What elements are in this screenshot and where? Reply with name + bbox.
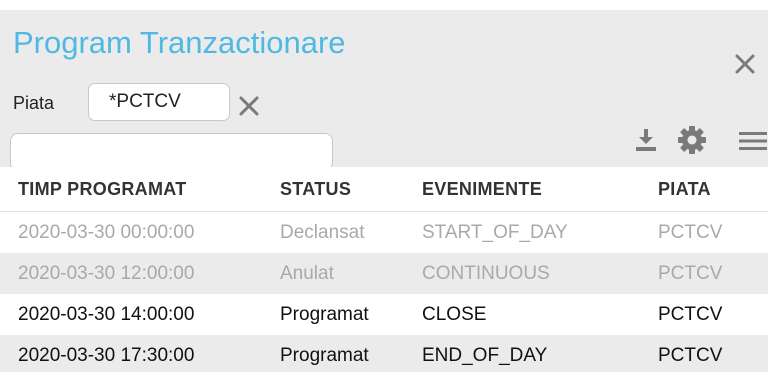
table-row[interactable]: 2020-03-30 17:30:00 Programat END_OF_DAY… — [0, 335, 768, 372]
cell-market: PCTCV — [640, 294, 768, 335]
cell-market: PCTCV — [640, 335, 768, 372]
schedule-table: TIMP PROGRAMAT STATUS EVENIMENTE PIATA 2… — [0, 167, 768, 372]
cell-event: CONTINUOUS — [404, 253, 640, 294]
search-input[interactable] — [10, 133, 333, 171]
cell-market: PCTCV — [640, 253, 768, 294]
menu-icon[interactable] — [738, 129, 768, 153]
cell-scheduled-time: 2020-03-30 12:00:00 — [0, 253, 270, 294]
column-header-events[interactable]: EVENIMENTE — [404, 167, 640, 212]
cell-event: START_OF_DAY — [404, 211, 640, 253]
top-strip — [0, 0, 768, 10]
cell-status: Programat — [270, 294, 404, 335]
close-icon[interactable] — [732, 51, 758, 77]
cell-status: Anulat — [270, 253, 404, 294]
cell-event: CLOSE — [404, 294, 640, 335]
trading-schedule-panel: Program Tranzactionare Piata *PCTCV TIMP… — [0, 0, 768, 372]
clear-filter-icon[interactable] — [236, 93, 262, 119]
cell-status: Declansat — [270, 211, 404, 253]
gear-icon[interactable] — [677, 125, 707, 155]
cell-event: END_OF_DAY — [404, 335, 640, 372]
cell-scheduled-time: 2020-03-30 17:30:00 — [0, 335, 270, 372]
filter-label: Piata — [13, 93, 55, 113]
panel-title: Program Tranzactionare — [13, 25, 346, 60]
cell-scheduled-time: 2020-03-30 14:00:00 — [0, 294, 270, 335]
cell-status: Programat — [270, 335, 404, 372]
cell-scheduled-time: 2020-03-30 00:00:00 — [0, 211, 270, 253]
cell-market: PCTCV — [640, 211, 768, 253]
column-header-status[interactable]: STATUS — [270, 167, 404, 212]
column-header-market[interactable]: PIATA — [640, 167, 768, 212]
panel-header: Program Tranzactionare Piata *PCTCV — [0, 10, 768, 171]
market-filter-chip[interactable]: *PCTCV — [88, 83, 230, 121]
table-row[interactable]: 2020-03-30 00:00:00 Declansat START_OF_D… — [0, 211, 768, 253]
table-header-row: TIMP PROGRAMAT STATUS EVENIMENTE PIATA — [0, 167, 768, 212]
table-row[interactable]: 2020-03-30 14:00:00 Programat CLOSE PCTC… — [0, 294, 768, 335]
table-row[interactable]: 2020-03-30 12:00:00 Anulat CONTINUOUS PC… — [0, 253, 768, 294]
download-icon[interactable] — [633, 127, 659, 153]
column-header-scheduled-time[interactable]: TIMP PROGRAMAT — [0, 167, 270, 212]
